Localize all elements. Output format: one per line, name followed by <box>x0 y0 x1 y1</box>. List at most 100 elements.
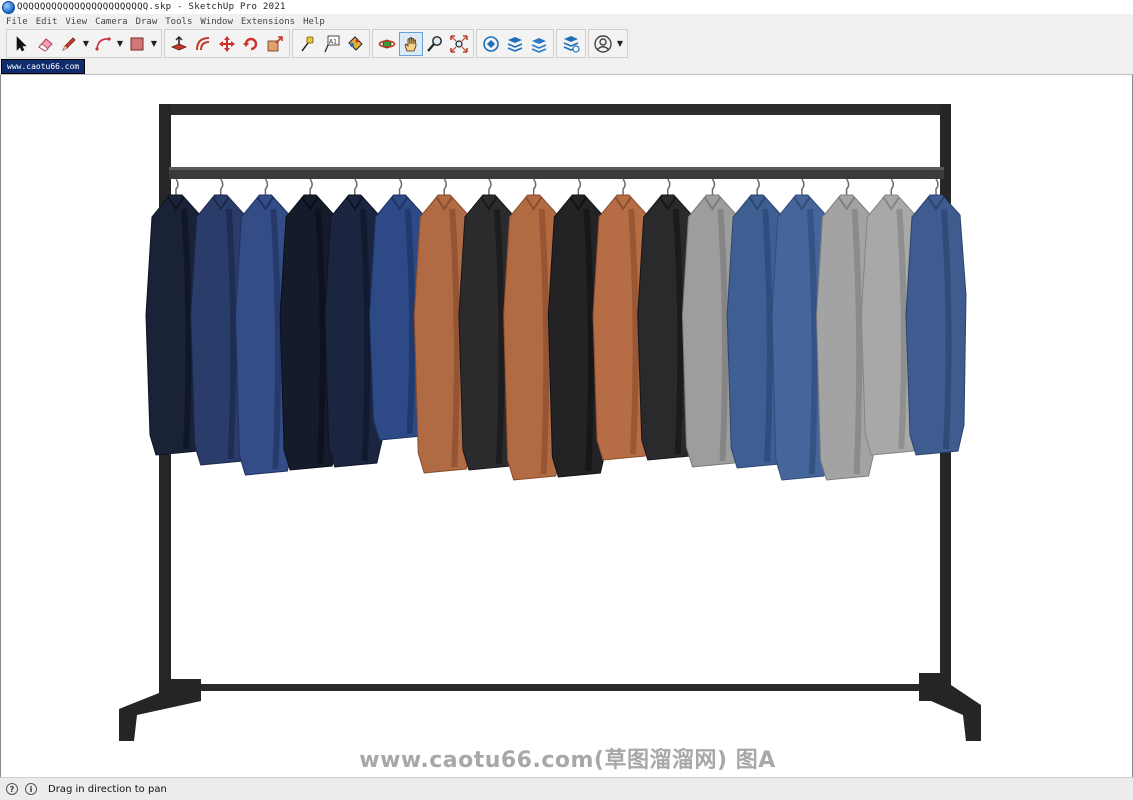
offset-tool-button[interactable] <box>191 32 215 56</box>
send-to-layout-button[interactable] <box>527 32 551 56</box>
scale-tool-button[interactable] <box>263 32 287 56</box>
paint-bucket-icon <box>348 35 363 51</box>
rack-right-foot <box>919 673 981 741</box>
paint-bucket-tool-button[interactable] <box>343 32 367 56</box>
menu-file[interactable]: File <box>6 17 28 27</box>
pencil-icon <box>62 36 76 51</box>
rack-left-foot <box>119 679 201 741</box>
account-toolbar: ▼ <box>588 29 628 58</box>
extension-manager-icon <box>563 35 580 53</box>
hanger-hook <box>935 178 939 195</box>
hanger-hook <box>488 178 492 195</box>
extension-warehouse-icon <box>507 36 523 52</box>
orbit-tool-button[interactable] <box>375 32 399 56</box>
layout-icon <box>531 37 547 53</box>
pan-tool-button[interactable] <box>399 31 423 56</box>
construction-toolbar: A1 <box>292 29 370 58</box>
magnifier-icon <box>427 35 442 52</box>
hanger-hook <box>443 178 447 195</box>
sketchup-logo-icon <box>2 0 15 14</box>
hanger-hook <box>309 178 313 195</box>
tape-measure-icon <box>301 36 314 51</box>
menu-window[interactable]: Window <box>200 17 233 27</box>
hanger-hook <box>622 178 626 195</box>
menu-camera[interactable]: Camera <box>95 17 128 27</box>
rack-bottom-bar <box>169 684 944 691</box>
hanger-hook <box>532 178 537 195</box>
rack-top-bar <box>159 104 951 115</box>
arrow-cursor-icon <box>16 35 27 51</box>
arc-dropdown-chevron-icon[interactable]: ▼ <box>115 32 125 56</box>
scene-tab[interactable]: www.caotu66.com <box>1 59 86 74</box>
push-pull-tool-button[interactable] <box>167 32 191 56</box>
eraser-tool-button[interactable] <box>33 32 57 56</box>
text-icon: A1 <box>324 35 340 52</box>
hanger-hook <box>845 178 850 195</box>
hanger-hook <box>667 178 671 195</box>
line-tool-button[interactable] <box>57 32 81 56</box>
zoom-extents-icon <box>450 34 468 53</box>
edit-toolbar <box>164 29 290 58</box>
hanger-hook <box>219 178 224 195</box>
hanger-hook <box>801 178 805 195</box>
garments-group <box>145 178 967 481</box>
move-tool-button[interactable] <box>215 32 239 56</box>
info-icon[interactable]: i <box>25 783 37 795</box>
rectangle-dropdown-chevron-icon[interactable]: ▼ <box>149 32 159 56</box>
push-pull-icon <box>170 35 188 50</box>
menu-help[interactable]: Help <box>303 17 325 27</box>
menu-bar: File Edit View Camera Draw Tools Window … <box>0 14 1133 29</box>
hanger-hook <box>175 178 179 195</box>
question-icon[interactable]: ? <box>6 783 18 795</box>
menu-draw[interactable]: Draw <box>136 17 158 27</box>
account-dropdown-chevron-icon[interactable]: ▼ <box>615 32 625 56</box>
extensions-toolbar <box>556 29 586 58</box>
hanging-rail-highlight <box>169 167 944 170</box>
warehouse-toolbar <box>476 29 554 58</box>
rectangle-icon <box>130 37 144 50</box>
rotate-icon <box>243 37 258 50</box>
status-message: Drag in direction to pan <box>48 783 167 795</box>
model-viewport[interactable]: www.caotu66.com(草图溜溜网) 图A <box>0 75 1133 777</box>
warehouse-icon <box>483 35 499 52</box>
orbit-icon <box>378 39 396 48</box>
3d-warehouse-button[interactable] <box>479 32 503 56</box>
scale-icon <box>267 35 283 51</box>
menu-edit[interactable]: Edit <box>36 17 58 27</box>
menu-view[interactable]: View <box>65 17 87 27</box>
select-tool-button[interactable] <box>9 32 33 56</box>
title-bar: QQQQQQQQQQQQQQQQQQQQQQQ.skp - SketchUp P… <box>0 0 1133 14</box>
rotate-tool-button[interactable] <box>239 32 263 56</box>
extension-manager-button[interactable] <box>559 32 583 56</box>
zoom-extents-tool-button[interactable] <box>447 32 471 56</box>
zoom-tool-button[interactable] <box>423 32 447 56</box>
offset-icon <box>196 36 210 50</box>
window-title: QQQQQQQQQQQQQQQQQQQQQQQ.skp - SketchUp P… <box>17 2 286 12</box>
hand-pan-icon <box>404 36 417 51</box>
hanger-hook <box>398 178 403 195</box>
text-tool-button[interactable]: A1 <box>319 32 343 56</box>
arc-icon <box>95 36 111 51</box>
hanger-hook <box>354 178 358 195</box>
hanger-hook <box>756 178 760 195</box>
hanger-hook <box>890 178 895 195</box>
clothes-rack-model <box>119 104 981 741</box>
rectangle-tool-button[interactable] <box>125 32 149 56</box>
menu-extensions[interactable]: Extensions <box>241 17 295 27</box>
hanger-hook <box>577 178 582 195</box>
arc-tool-button[interactable] <box>91 32 115 56</box>
line-dropdown-chevron-icon[interactable]: ▼ <box>81 32 91 56</box>
user-account-icon <box>594 34 612 53</box>
principal-toolbar: ▼ ▼ ▼ <box>6 29 162 58</box>
hanger-hook <box>711 178 716 195</box>
menu-tools[interactable]: Tools <box>165 17 192 27</box>
eraser-icon <box>38 37 53 52</box>
tape-measure-tool-button[interactable] <box>295 32 319 56</box>
extension-warehouse-button[interactable] <box>503 32 527 56</box>
toolbar: ▼ ▼ ▼ A1 ▼ <box>0 29 1133 58</box>
status-bar: ? i Drag in direction to pan <box>0 777 1133 800</box>
garment <box>905 178 967 456</box>
account-button[interactable] <box>591 32 615 56</box>
scene-tab-strip: www.caotu66.com <box>0 58 1133 75</box>
watermark-text: www.caotu66.com(草图溜溜网) 图A <box>359 748 776 773</box>
